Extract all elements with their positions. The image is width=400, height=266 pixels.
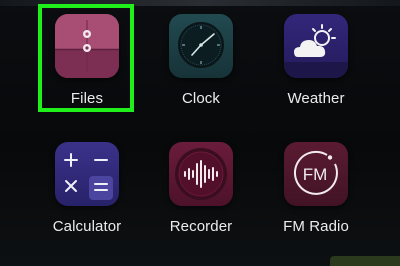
app-label: Weather bbox=[287, 90, 345, 107]
app-label: Calculator bbox=[52, 218, 122, 235]
weather-icon[interactable] bbox=[284, 14, 348, 78]
files-highlight-box bbox=[38, 4, 134, 112]
app-calculator[interactable]: Calculator bbox=[37, 142, 137, 235]
app-label: Clock bbox=[181, 90, 220, 107]
app-clock[interactable]: Clock bbox=[151, 14, 251, 107]
recorder-icon[interactable] bbox=[169, 142, 233, 206]
app-recorder[interactable]: Recorder bbox=[151, 142, 251, 235]
fm-icon-text: FM bbox=[303, 165, 328, 184]
app-label: FM Radio bbox=[283, 218, 349, 235]
app-label: Recorder bbox=[169, 218, 233, 235]
app-weather[interactable]: Weather bbox=[266, 14, 366, 107]
radio-icon[interactable]: FM bbox=[284, 142, 348, 206]
home-screen: Files Clock Weather Calculator Recorder … bbox=[0, 0, 400, 266]
calculator-icon[interactable] bbox=[55, 142, 119, 206]
bottom-edge-accent bbox=[330, 256, 400, 266]
clock-icon[interactable] bbox=[169, 14, 233, 78]
app-fm-radio[interactable]: FM FM Radio bbox=[266, 142, 366, 235]
